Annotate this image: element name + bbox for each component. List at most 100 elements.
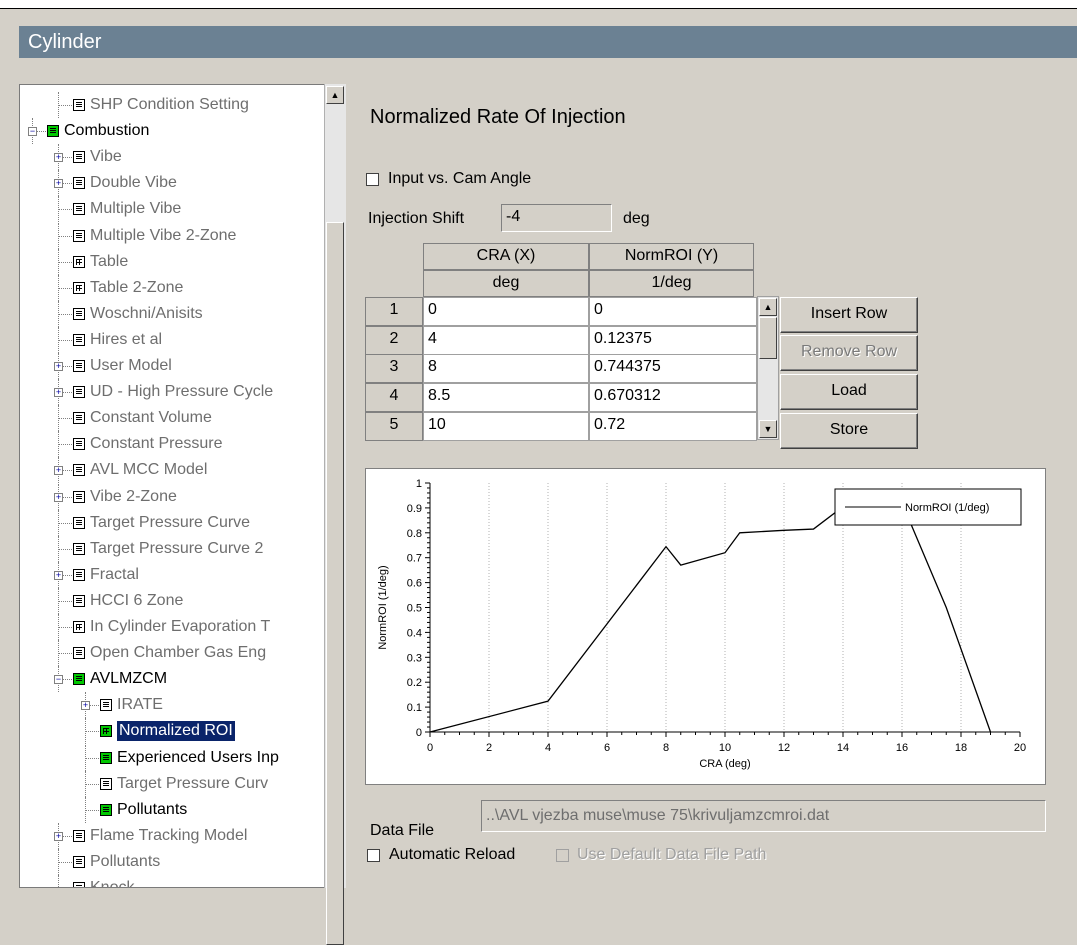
table-scrollbar-thumb[interactable] [759,317,777,359]
tree-item[interactable]: Table 2-Zone [20,274,325,301]
insert-row-button[interactable]: Insert Row [780,297,918,333]
green-grid-icon [73,673,85,686]
scroll-up-arrow-icon[interactable]: ▲ [326,86,344,104]
tree-item[interactable]: Constant Pressure [20,431,325,458]
y-tick-label: 0.5 [407,603,422,615]
y-tick-label: 0.6 [407,578,422,590]
tree-item[interactable]: + IRATE [20,692,325,719]
tree-item[interactable]: Knock [20,875,325,887]
expand-icon[interactable]: + [54,179,63,189]
tree-item[interactable]: + Double Vibe [20,170,325,197]
cra-cell[interactable]: 4 [423,325,589,355]
cra-cell[interactable]: 8 [423,354,589,384]
tree-item[interactable]: In Cylinder Evaporation T [20,614,325,640]
default-path-checkbox[interactable] [556,849,569,862]
row-number-header[interactable]: 2 [365,325,423,355]
tree-item[interactable]: Hires et al [20,326,325,353]
normroi-cell[interactable]: 0.72 [589,411,757,441]
tree-item[interactable]: + Fractal [20,561,325,588]
tree-item-label: UD - High Pressure Cycle [90,383,274,401]
table-icon [73,621,85,633]
tree-item[interactable]: Pollutants [20,796,325,823]
store-button[interactable]: Store [780,413,918,449]
table-scrollbar[interactable]: ▲ ▼ [757,296,779,440]
load-button[interactable]: Load [780,374,918,410]
grid-icon [73,177,85,190]
expand-icon[interactable]: + [54,466,63,476]
collapse-icon[interactable]: − [54,675,63,685]
tree-item-label: Constant Volume [90,409,212,427]
data-file-field[interactable]: ..\AVL vjezba muse\muse 75\krivuljamzcmr… [481,800,1046,832]
tree-item[interactable]: − Combustion [20,118,325,145]
tree-item-label: Vibe 2-Zone [90,487,177,505]
remove-row-button[interactable]: Remove Row [780,335,918,371]
tree-item[interactable]: Target Pressure Curv [20,770,325,797]
tree-item[interactable]: + User Model [20,353,325,379]
column-header-cra[interactable]: CRA (X) [423,243,589,270]
row-number-header[interactable]: 1 [365,297,423,326]
expand-icon[interactable]: + [81,701,90,711]
legend-label: NormROI (1/deg) [905,502,989,514]
normroi-cell[interactable]: 0 [589,297,757,326]
tree-item[interactable]: Experienced Users Inp [20,744,325,771]
tree-item[interactable]: HCCI 6 Zone [20,587,325,614]
y-tick-label: 0.1 [407,702,422,714]
tree-item[interactable]: Target Pressure Curve 2 [20,535,325,562]
normroi-cell[interactable]: 0.670312 [589,383,757,413]
model-tree[interactable]: SHP Condition Setting − Combustion + Vibe + Do… [19,84,346,888]
column-unit-cra: deg [423,270,589,297]
column-header-normroi[interactable]: NormROI (Y) [589,243,754,270]
grid-icon [73,855,85,868]
tree-scrollbar-thumb[interactable] [326,222,344,945]
tree-item[interactable]: + Vibe 2-Zone [20,483,325,510]
grid-icon [73,307,85,320]
tree-item[interactable]: Normalized ROI [20,718,325,745]
expand-icon[interactable]: + [54,388,63,398]
tree-item[interactable]: Target Pressure Curve [20,509,325,536]
tree-item[interactable]: Constant Volume [20,405,325,432]
tree-scrollbar[interactable]: ▲ [324,84,346,945]
table-scroll-down-icon[interactable]: ▼ [759,420,777,438]
tree-item[interactable]: Multiple Vibe [20,196,325,223]
tree-item[interactable]: SHP Condition Setting [20,92,325,118]
expand-icon[interactable]: + [54,492,63,502]
green-grid-icon [47,125,59,138]
tree-item-label: Table 2-Zone [90,278,184,296]
tree-item[interactable]: + Flame Tracking Model [20,822,325,849]
tree-item[interactable]: + AVL MCC Model [20,457,325,484]
normroi-cell[interactable]: 0.12375 [589,325,757,355]
table-icon [73,255,85,268]
cra-cell[interactable]: 8.5 [423,383,589,413]
auto-reload-checkbox[interactable] [367,849,380,862]
tree-item-label: Multiple Vibe [90,200,182,218]
tree-item[interactable]: Pollutants [20,848,325,875]
tree-item-label: AVLMZCM [90,670,168,688]
y-tick-label: 0 [416,727,422,739]
expand-icon[interactable]: + [54,831,63,841]
row-number-header[interactable]: 5 [365,411,423,441]
table-scroll-up-icon[interactable]: ▲ [759,298,777,316]
tree-item[interactable]: Open Chamber Gas Eng [20,640,325,667]
tree-item[interactable]: Multiple Vibe 2-Zone [20,222,325,249]
normroi-cell[interactable]: 0.744375 [589,354,757,384]
expand-icon[interactable]: + [54,153,63,163]
injection-shift-field[interactable]: -4 [501,204,612,232]
collapse-icon[interactable]: − [28,127,37,137]
expand-icon[interactable]: + [54,570,63,580]
tree-item-label: Multiple Vibe 2-Zone [90,226,237,244]
cam-angle-checkbox[interactable] [366,173,379,186]
expand-icon[interactable]: + [54,362,63,371]
tree-connector [58,300,59,327]
tree-item-label: Target Pressure Curv [117,774,269,792]
tree-item[interactable]: + UD - High Pressure Cycle [20,379,325,406]
tree-item[interactable]: − AVLMZCM [20,666,325,693]
row-number-header[interactable]: 4 [365,383,423,413]
row-number-header[interactable]: 3 [365,354,423,384]
cra-cell[interactable]: 0 [423,297,589,326]
tree-item[interactable]: Woschni/Anisits [20,300,325,327]
tree-item[interactable]: + Vibe [20,144,325,171]
tree-item-label: Combustion [64,122,150,140]
tree-connector [58,848,59,875]
cra-cell[interactable]: 10 [423,411,589,441]
tree-item[interactable]: Table [20,248,325,275]
